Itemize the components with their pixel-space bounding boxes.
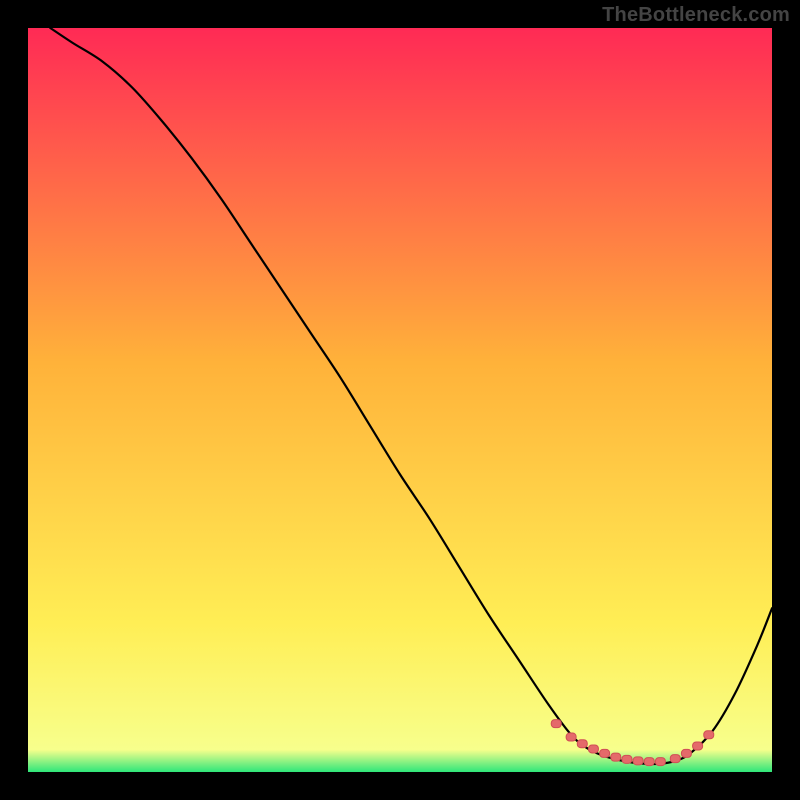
- marker-dot: [633, 757, 643, 765]
- marker-dot: [600, 749, 610, 757]
- marker-dot: [611, 753, 621, 761]
- watermark-text: TheBottleneck.com: [602, 4, 790, 27]
- marker-dot: [670, 755, 680, 763]
- marker-dot: [577, 740, 587, 748]
- gradient-background: [28, 28, 772, 772]
- plot-svg: [28, 28, 772, 772]
- plot-area: [28, 28, 772, 772]
- marker-dot: [566, 733, 576, 741]
- marker-dot: [622, 755, 632, 763]
- marker-dot: [644, 758, 654, 766]
- marker-dot: [704, 731, 714, 739]
- marker-dot: [681, 749, 691, 757]
- marker-dot: [588, 745, 598, 753]
- marker-dot: [693, 742, 703, 750]
- marker-dot: [655, 758, 665, 766]
- chart-frame: TheBottleneck.com: [0, 0, 800, 800]
- marker-dot: [551, 720, 561, 728]
